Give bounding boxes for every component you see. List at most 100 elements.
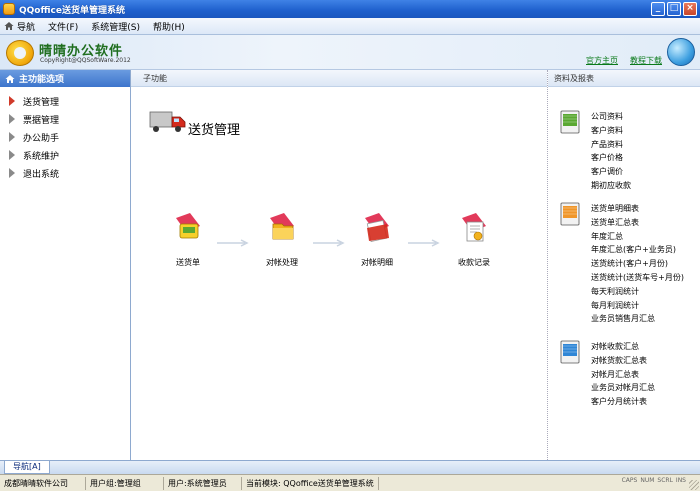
sidebar-header: 主功能选项 [0,70,130,87]
status-bar: 成都晴晴软件公司 用户组:管理组 用户:系统管理员 当前模块: QQoffice… [0,474,700,491]
workflow: 送货单 对帐处理 对帐明细 收款记录 [131,210,547,280]
report-list: 公司资料 客户资料 产品资料 客户价格 客户调价 期初应收款 [591,110,631,193]
keyboard-indicators: CAPS NUM SCRL INS [622,477,686,484]
reconcile-detail-icon [365,213,389,242]
tab-strip: 导航[A] [0,460,700,474]
report-delivery-truck-month[interactable]: 送货统计(送货车号+月份) [591,271,684,285]
green-binder-icon [560,110,580,134]
logo-icon [6,40,34,66]
flow-label: 对帐处理 [266,258,298,267]
reports-panel: 资料及报表 公司资料 客户资料 产品资料 客户价格 客户调价 期初应收款 送货单… [547,70,700,460]
resize-grip[interactable] [689,480,699,490]
truck-icon [149,111,186,132]
status-current-module: 当前模块: QQoffice送货单管理系统 [242,476,379,490]
arrow-right-icon [313,239,345,247]
report-salesman-reconcile[interactable]: 业务员对帐月汇总 [591,381,655,395]
sidebar-item-maintenance[interactable]: 系统维护 [0,146,130,164]
flow-label: 收款记录 [458,258,490,267]
menu-system-label: 系统管理(S) [91,22,140,33]
arrow-right-icon [408,239,440,247]
home-icon [4,22,14,30]
window-controls: _ □ × [651,2,697,16]
menu-bar: 导航 文件(F) 系统管理(S) 帮助(H) [0,18,700,35]
menu-help-label: 帮助(H) [152,22,185,33]
banner-links: 官方主页 教程下载 [586,55,662,66]
title-bar: QQoffice送货单管理系统 _ □ × [0,0,700,18]
arrow-right-icon [217,239,249,247]
report-customer-monthly[interactable]: 客户分月统计表 [591,395,655,409]
official-site-link[interactable]: 官方主页 [586,55,618,66]
status-user-group: 用户组:管理组 [86,476,164,490]
report-annual-summary[interactable]: 年度汇总 [591,230,684,244]
report-delivery-customer-month[interactable]: 送货统计(客户+月份) [591,257,684,271]
report-reconcile-payment[interactable]: 对帐收款汇总 [591,340,655,354]
triangle-right-icon [9,150,15,160]
report-delivery-summary[interactable]: 送货单汇总表 [591,216,684,230]
status-company: 成都晴晴软件公司 [0,476,86,490]
report-reconcile-goods[interactable]: 对帐货款汇总表 [591,354,655,368]
sidebar-item-delivery[interactable]: 送货管理 [0,92,130,110]
sidebar-item-office-assistant[interactable]: 办公助手 [0,128,130,146]
menu-navigation[interactable]: 导航 [4,20,35,33]
report-list: 对帐收款汇总 对帐货款汇总表 对帐月汇总表 业务员对帐月汇总 客户分月统计表 [591,340,655,409]
sidebar: 主功能选项 送货管理 票据管理 办公助手 系统维护 退出系统 [0,70,131,460]
report-price-adjust[interactable]: 客户调价 [591,165,631,179]
tab-navigation[interactable]: 导航[A] [4,461,50,474]
home-icon [5,74,15,83]
report-customer-price[interactable]: 客户价格 [591,151,631,165]
blue-binder-icon [560,340,580,364]
header-banner: 晴晴办公软件 CopyRight@QQSoftWare.2012 官方主页 教程… [0,35,700,70]
window-title: QQoffice送货单管理系统 [19,5,125,16]
sidebar-item-bills[interactable]: 票据管理 [0,110,130,128]
menu-system[interactable]: 系统管理(S) [91,20,140,33]
report-salesman-monthly[interactable]: 业务员销售月汇总 [591,312,684,326]
report-product-info[interactable]: 产品资料 [591,138,631,152]
logo-copyright: CopyRight@QQSoftWare.2012 [40,57,131,64]
report-list: 送货单明细表 送货单汇总表 年度汇总 年度汇总(客户+业务员) 送货统计(客户+… [591,202,684,326]
report-opening-receivable[interactable]: 期初应收款 [591,179,631,193]
page-title: 送货管理 [188,123,241,138]
report-reconcile-monthly[interactable]: 对帐月汇总表 [591,368,655,382]
flow-label: 送货单 [176,258,200,267]
status-user: 用户:系统管理员 [164,476,242,490]
menu-help[interactable]: 帮助(H) [153,20,185,33]
flow-payment-record[interactable]: 收款记录 [444,210,504,268]
caps-indicator: CAPS [621,477,638,484]
flow-label: 对帐明细 [361,258,393,267]
report-monthly-profit[interactable]: 每月利润统计 [591,299,684,313]
menu-file[interactable]: 文件(F) [48,20,78,33]
sidebar-item-label: 送货管理 [23,97,60,108]
maximize-button[interactable]: □ [667,2,681,16]
main-panel: 子功能 送货管理 送货单 对帐处理 对帐明细 收款记录 [131,70,547,460]
globe-icon [667,38,695,66]
sidebar-item-label: 票据管理 [23,115,60,126]
payment-record-icon [462,213,486,242]
report-delivery-detail[interactable]: 送货单明细表 [591,202,684,216]
sidebar-list: 送货管理 票据管理 办公助手 系统维护 退出系统 [0,87,130,182]
report-company-info[interactable]: 公司资料 [591,110,631,124]
delivery-note-icon [176,213,200,239]
sidebar-title: 主功能选项 [19,75,65,85]
triangle-right-icon [9,96,15,106]
sidebar-item-label: 办公助手 [23,133,60,144]
num-indicator: NUM [640,477,655,484]
ins-indicator: INS [675,477,686,484]
menu-file-label: 文件(F) [48,22,79,33]
close-button[interactable]: × [683,2,697,16]
app-icon [3,3,15,15]
triangle-right-icon [9,132,15,142]
sidebar-item-label: 系统维护 [23,151,60,162]
report-daily-profit[interactable]: 每天利润统计 [591,285,684,299]
report-customer-info[interactable]: 客户资料 [591,124,631,138]
flow-delivery-note[interactable]: 送货单 [158,210,218,268]
minimize-button[interactable]: _ [651,2,665,16]
flow-reconcile[interactable]: 对帐处理 [252,210,312,268]
triangle-right-icon [9,114,15,124]
report-annual-customer-sales[interactable]: 年度汇总(客户+业务员) [591,243,684,257]
reports-header: 资料及报表 [548,70,700,87]
orange-binder-icon [560,202,580,226]
sidebar-item-exit[interactable]: 退出系统 [0,164,130,182]
tutorial-download-link[interactable]: 教程下载 [630,55,662,66]
scrl-indicator: SCRL [657,477,673,484]
flow-reconcile-detail[interactable]: 对帐明细 [347,210,407,268]
